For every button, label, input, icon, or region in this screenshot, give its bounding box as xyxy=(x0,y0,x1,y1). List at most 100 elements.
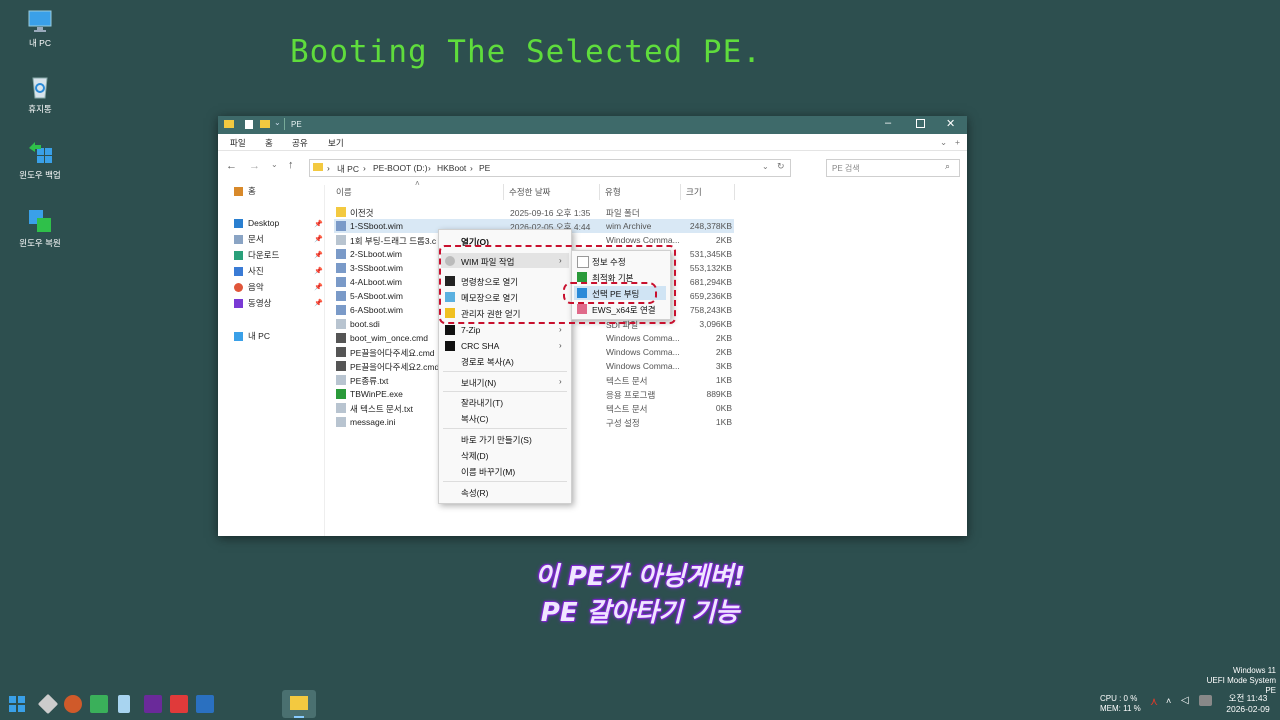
column-header-date[interactable]: 수정한 날짜 xyxy=(509,186,550,198)
help-icon[interactable]: + xyxy=(955,137,960,147)
app-icon[interactable] xyxy=(144,695,162,713)
app-icon[interactable] xyxy=(118,695,130,713)
menu-item-7zip[interactable]: 7-Zip xyxy=(445,325,481,335)
search-input[interactable]: PE 검색 ⌕ xyxy=(826,159,960,177)
file-size: 659,236KB xyxy=(689,291,732,301)
up-arrow-icon[interactable]: ↑ xyxy=(288,159,294,171)
app-icon[interactable] xyxy=(170,695,188,713)
file-icon xyxy=(336,333,346,343)
menu-item-send-to[interactable]: 보내기(N) xyxy=(461,377,496,389)
close-button[interactable]: ✕ xyxy=(946,117,955,130)
file-icon xyxy=(336,319,346,329)
nav-item-label: 사진 xyxy=(248,266,264,276)
video-icon xyxy=(234,299,243,309)
menu-item-cut[interactable]: 잘라내기(T) xyxy=(461,397,503,409)
file-size: 553,132KB xyxy=(689,263,732,273)
breadcrumb-sep: › xyxy=(470,163,473,173)
address-row: ← → ⌄ ↑ › 내 PC › PE-BOOT (D:) › HKBoot ›… xyxy=(218,151,967,185)
file-type: 텍스트 문서 xyxy=(606,404,648,414)
address-bar[interactable]: › 내 PC › PE-BOOT (D:) › HKBoot › PE ⌄ ↻ xyxy=(309,159,791,177)
app-icon[interactable] xyxy=(64,695,82,713)
menu-item-label: 이름 바꾸기(M) xyxy=(461,467,516,477)
file-icon xyxy=(336,403,346,413)
network-icon[interactable]: ⋏ xyxy=(1150,695,1158,708)
menu-item-create-shortcut[interactable]: 바로 가기 만들기(S) xyxy=(461,434,532,446)
resource-monitor: CPU : 0 % MEM: 11 % xyxy=(1100,694,1141,714)
menu-share[interactable]: 공유 xyxy=(292,137,308,149)
menu-item-delete[interactable]: 삭제(D) xyxy=(461,450,488,462)
maximize-button[interactable] xyxy=(916,119,925,128)
os-name: Windows 11 xyxy=(1233,666,1276,675)
desktop-icon-windows-restore[interactable]: 윈도우 복원 xyxy=(10,208,70,249)
desktop-icon-recycle-bin[interactable]: 휴지통 xyxy=(10,74,70,115)
nav-item-desktop[interactable]: Desktop xyxy=(234,218,279,232)
desktop-icon-my-pc[interactable]: 내 PC xyxy=(10,8,70,49)
clock[interactable]: 오전 11:43 2026-02-09 xyxy=(1220,693,1276,715)
chevron-up-icon[interactable]: ˄ xyxy=(1166,696,1171,706)
app-icon[interactable] xyxy=(90,695,108,713)
nav-item-documents[interactable]: 문서 xyxy=(234,233,264,247)
chevron-down-icon[interactable]: ⌄ xyxy=(762,162,769,171)
back-arrow-icon[interactable]: ← xyxy=(226,160,237,172)
minimize-button[interactable]: – xyxy=(885,117,891,129)
column-header-name[interactable]: 이름 xyxy=(336,186,352,198)
menu-item-label: 경로로 복사(A) xyxy=(461,357,514,367)
desktop-icon-label: 내 PC xyxy=(29,38,51,48)
file-row[interactable]: 이전것 2025-09-16 오후 1:35 파일 폴더 xyxy=(334,205,734,219)
monitor-icon xyxy=(234,332,243,342)
taskbar-explorer-button[interactable] xyxy=(282,690,316,718)
divider xyxy=(284,118,285,130)
menu-file[interactable]: 파일 xyxy=(230,137,246,149)
column-divider[interactable] xyxy=(599,184,600,200)
menu-item-rename[interactable]: 이름 바꾸기(M) xyxy=(461,466,515,478)
menu-view[interactable]: 보기 xyxy=(328,137,344,149)
pin-icon: 📌 xyxy=(314,300,323,307)
menu-item-copy-path[interactable]: 경로로 복사(A) xyxy=(461,356,514,368)
menu-separator xyxy=(443,371,567,372)
breadcrumb-drive[interactable]: PE-BOOT (D:) xyxy=(373,163,428,173)
properties-icon[interactable] xyxy=(245,120,253,129)
breadcrumb-my-pc[interactable]: 내 PC xyxy=(337,163,359,175)
desktop-icon-label: 윈도우 백업 xyxy=(19,170,61,180)
chevron-down-icon[interactable]: ⌄ xyxy=(940,137,947,148)
app-icon[interactable] xyxy=(196,695,214,713)
menu-item-crc-sha[interactable]: CRC SHA xyxy=(445,341,499,351)
volume-icon[interactable]: ◁ xyxy=(1181,695,1189,706)
nav-item-music[interactable]: 음악 xyxy=(234,281,264,295)
nav-item-my-pc[interactable]: 내 PC xyxy=(234,330,270,344)
pin-icon: 📌 xyxy=(314,221,323,228)
menu-item-label: 7-Zip xyxy=(461,325,481,335)
new-folder-icon[interactable] xyxy=(260,120,270,128)
chevron-down-icon[interactable]: ⌄ xyxy=(274,118,281,127)
column-divider[interactable] xyxy=(734,184,735,200)
breadcrumb-hkboot[interactable]: HKBoot xyxy=(437,163,466,173)
nav-item-label: 다운로드 xyxy=(248,250,280,260)
file-icon xyxy=(336,235,346,245)
folder-icon xyxy=(313,163,323,171)
refresh-icon[interactable]: ↻ xyxy=(777,161,785,172)
clock-date: 2026-02-09 xyxy=(1226,704,1270,714)
desktop-icon-windows-backup[interactable]: 윈도우 백업 xyxy=(10,140,70,181)
forward-arrow-icon[interactable]: → xyxy=(249,160,260,172)
pin-icon: 📌 xyxy=(314,236,323,243)
keyboard-icon[interactable] xyxy=(1199,695,1212,706)
start-button[interactable] xyxy=(8,695,26,713)
menu-home[interactable]: 홈 xyxy=(265,137,273,149)
menu-item-properties[interactable]: 속성(R) xyxy=(461,487,488,499)
nav-item-home[interactable]: 홈 xyxy=(234,185,256,199)
chevron-down-icon[interactable]: ⌄ xyxy=(271,160,278,169)
column-header-size[interactable]: 크기 xyxy=(686,186,702,198)
tool-icon[interactable] xyxy=(37,693,59,715)
column-header-type[interactable]: 유형 xyxy=(605,186,621,198)
menu-item-copy[interactable]: 복사(C) xyxy=(461,413,488,425)
nav-item-pictures[interactable]: 사진 xyxy=(234,265,264,279)
column-divider[interactable] xyxy=(680,184,681,200)
file-name: 1회 부팅-드래그 드롭3.c xyxy=(350,236,437,246)
nav-item-videos[interactable]: 동영상 xyxy=(234,297,271,311)
nav-item-downloads[interactable]: 다운로드 xyxy=(234,249,279,263)
file-name: boot_wim_once.cmd xyxy=(350,333,428,343)
breadcrumb-pe[interactable]: PE xyxy=(479,163,490,173)
column-divider[interactable] xyxy=(503,184,504,200)
recycle-bin-icon xyxy=(27,74,53,100)
file-type: 응용 프로그램 xyxy=(606,390,656,400)
